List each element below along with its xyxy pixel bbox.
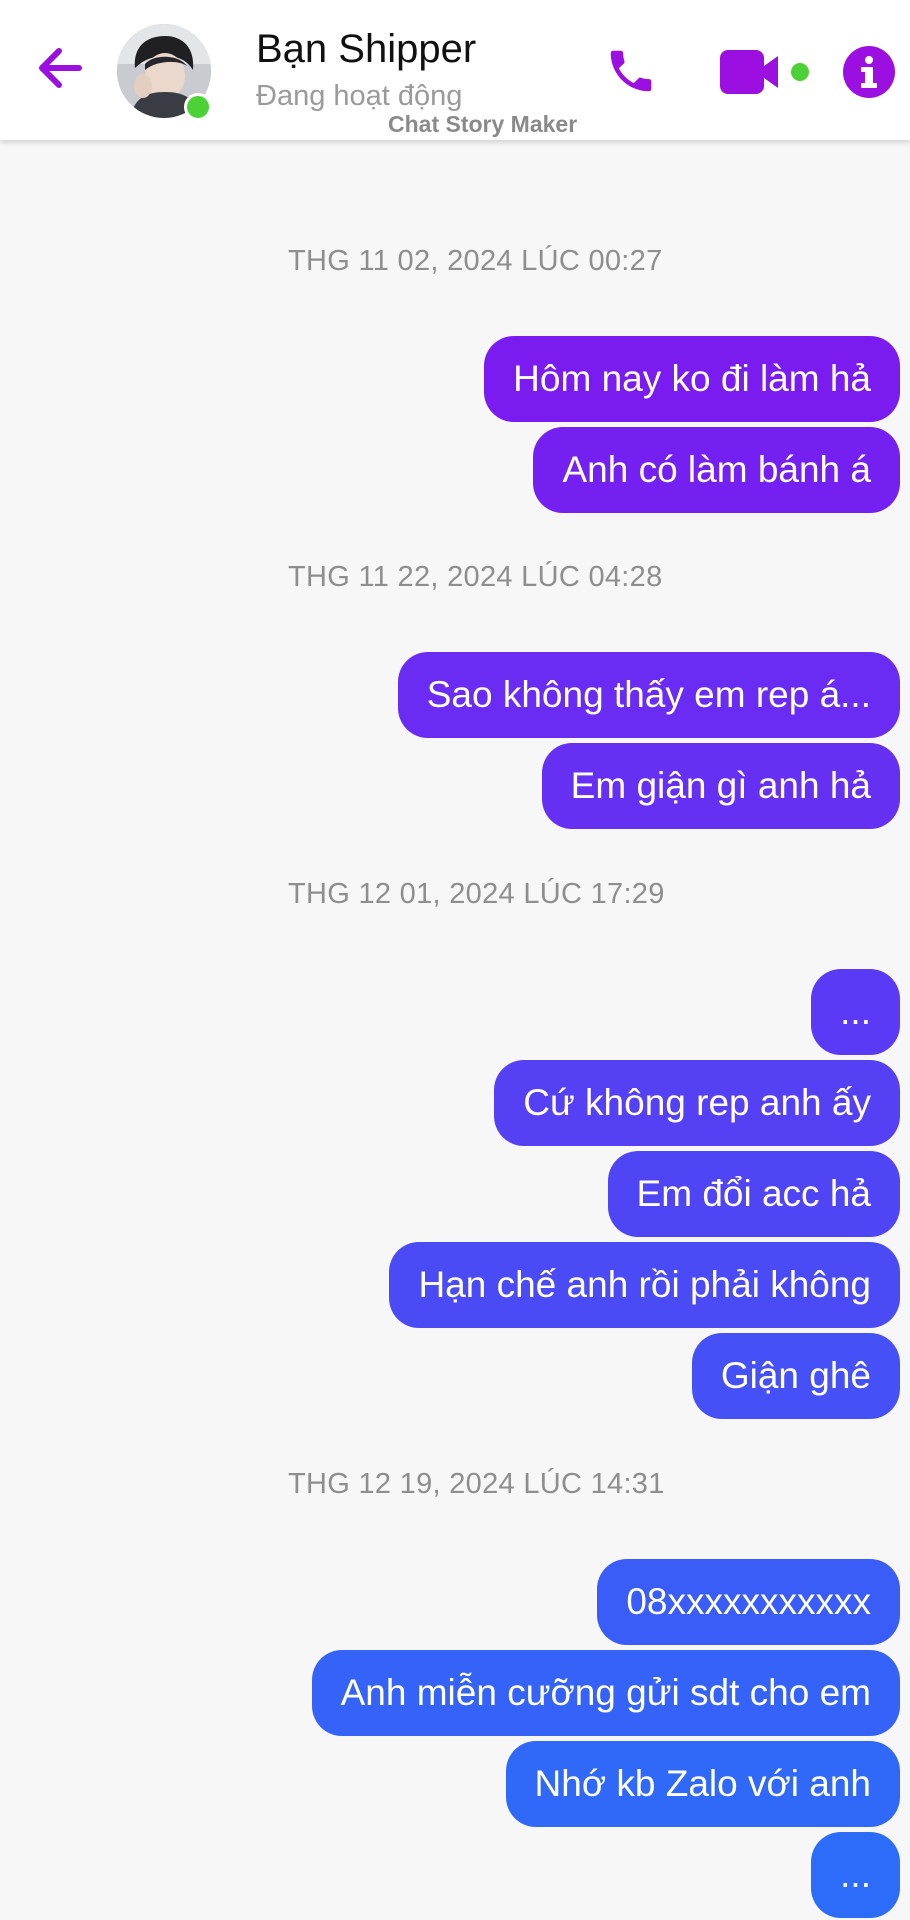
phone-icon [610,50,652,92]
timestamp: THG 12 19, 2024 LÚC 14:31 [288,1468,665,1500]
sent-message-bubble[interactable]: ... [811,969,900,1055]
info-button[interactable] [841,44,897,100]
watermark-label: Chat Story Maker [388,111,578,137]
sent-message-bubble[interactable]: Em giận gì anh hả [541,743,900,829]
timestamp: THG 12 01, 2024 LÚC 17:29 [288,878,665,910]
back-button[interactable] [30,38,90,98]
sent-message-bubble[interactable]: Hôm nay ko đi làm hả [484,336,900,422]
sent-message-bubble[interactable]: Hạn chế anh rồi phải không [389,1242,900,1328]
sent-message-bubble[interactable]: Giận ghê [691,1333,900,1419]
info-icon [843,46,895,98]
chat-header: Bạn Shipper Đang hoạt động Chat Story Ma… [0,0,910,140]
timestamp: THG 11 02, 2024 LÚC 00:27 [288,245,663,277]
sent-message-bubble[interactable]: Sao không thấy em rep á... [397,652,900,738]
sent-message-bubble[interactable]: Cứ không rep anh ấy [494,1060,900,1146]
video-camera-icon [720,50,809,94]
sent-message-bubble[interactable]: 08xxxxxxxxxxx [597,1559,900,1645]
timestamp: THG 11 22, 2024 LÚC 04:28 [288,561,663,593]
sent-message-bubble[interactable]: Nhớ kb Zalo với anh [505,1741,900,1827]
message-list[interactable]: THG 11 02, 2024 LÚC 00:27 Hôm nay ko đi … [0,140,910,1920]
sent-message-bubble[interactable]: ... [811,1832,900,1918]
online-status-dot [184,93,212,121]
arrow-left-icon [39,48,82,88]
sent-message-bubble[interactable]: Em đổi acc hả [607,1151,900,1237]
sent-message-bubble[interactable]: Anh miễn cưỡng gửi sdt cho em [311,1650,900,1736]
contact-name[interactable]: Bạn Shipper [256,27,476,72]
contact-status: Đang hoạt động [256,80,463,112]
call-button[interactable] [600,40,662,102]
sent-message-bubble[interactable]: Anh có làm bánh á [533,427,900,513]
video-call-button[interactable] [714,44,814,100]
